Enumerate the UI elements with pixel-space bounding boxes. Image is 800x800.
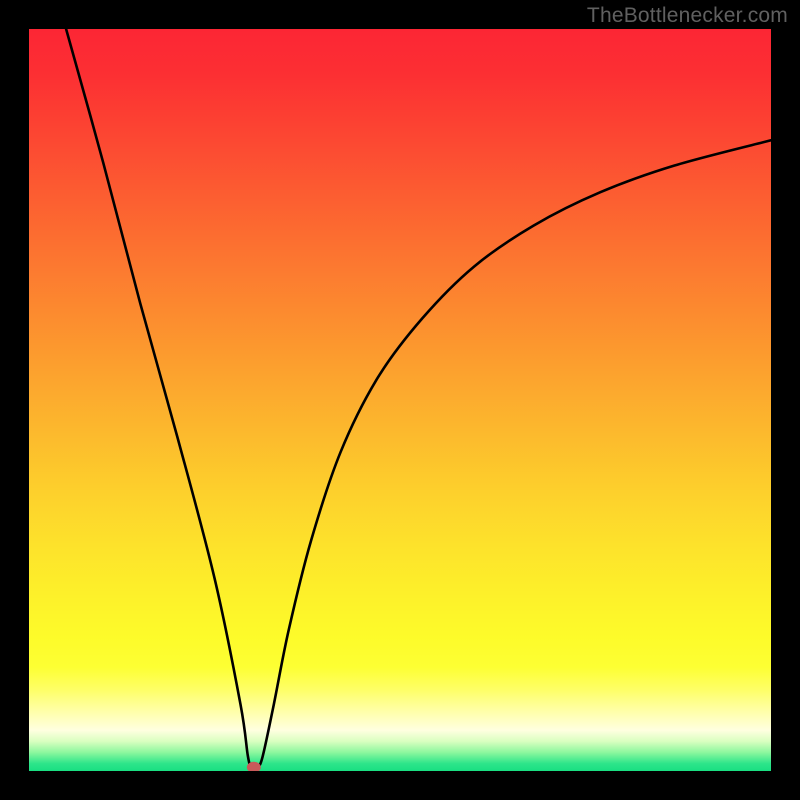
- source-watermark: TheBottlenecker.com: [587, 4, 788, 28]
- gradient-background: [29, 29, 771, 771]
- bottleneck-chart: [29, 29, 771, 771]
- plot-area: [29, 29, 771, 771]
- chart-frame: TheBottlenecker.com: [0, 0, 800, 800]
